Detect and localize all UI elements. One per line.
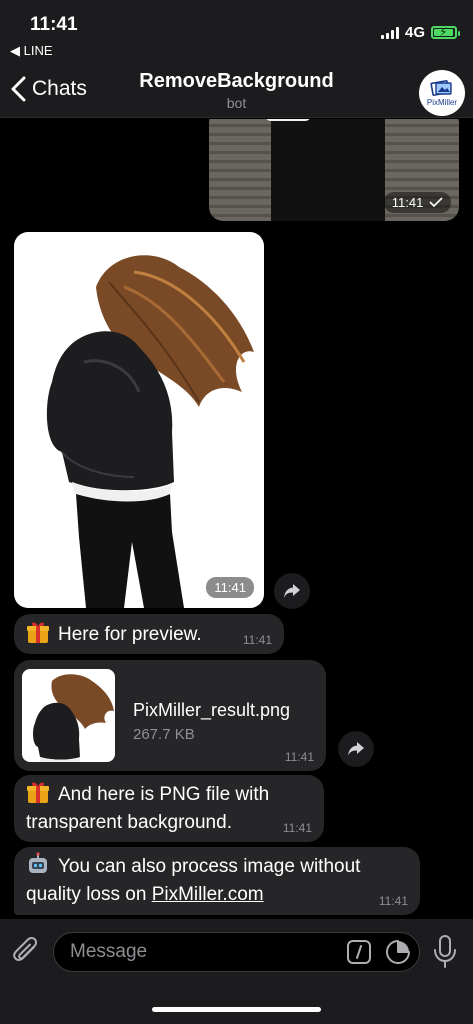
status-time: 11:41 [30,14,78,35]
sticker-icon[interactable] [385,939,411,965]
sent-photo-message[interactable]: 11:41 [209,119,459,221]
file-thumbnail-image [33,674,114,762]
back-to-app-link[interactable]: ◀ LINE [10,43,53,59]
chat-header: Chats RemoveBackground bot PixMiller [0,66,473,118]
preview-text: Here for preview. [58,624,202,645]
process-text-line1: You can also process image without [58,856,361,877]
process-text-line2: quality loss on [26,884,152,905]
share-icon [348,742,364,756]
png-time: 11:41 [282,821,312,835]
share-icon [284,584,300,598]
share-photo-button[interactable] [274,573,310,609]
command-icon[interactable] [347,940,371,964]
bot-avatar[interactable]: PixMiller [419,70,465,116]
process-time: 11:41 [378,894,408,908]
png-text-line1: And here is PNG file with [58,784,270,805]
file-name: PixMiller_result.png [133,700,291,720]
battery-icon: ⚡ [431,25,460,39]
network-label: 4G [404,24,425,41]
message-placeholder: Message [70,941,148,962]
attach-icon[interactable] [12,935,42,969]
png-text-line2: transparent background. [26,812,232,833]
file-thumbnail[interactable] [22,669,115,762]
chat-subtitle: bot [226,95,247,111]
png-info-message[interactable]: And here is PNG file with transparent ba… [14,775,324,842]
file-size: 267.7 KB [133,726,195,743]
mic-icon[interactable] [432,934,458,970]
avatar-label: PixMiller [426,98,458,107]
message-list[interactable]: 11:41 11:41 Here for preview. 11:41 PixM… [0,119,473,919]
preview-message[interactable]: Here for preview. 11:41 [14,614,284,654]
message-input[interactable]: Message [53,932,420,972]
message-composer: Message [0,919,473,1024]
checkmark-icon [429,197,443,208]
gift-icon [26,620,50,643]
person-cutout-image [46,255,254,608]
received-photo-message[interactable]: 11:41 [14,232,264,608]
chat-title[interactable]: RemoveBackground [0,70,473,93]
process-info-message[interactable]: You can also process image without quali… [14,847,420,915]
robot-icon [26,852,50,874]
file-message[interactable]: PixMiller_result.png 267.7 KB 11:41 [14,660,326,771]
home-indicator[interactable] [152,1007,321,1012]
file-time: 11:41 [284,750,314,764]
preview-time: 11:41 [242,633,272,647]
received-photo-time: 11:41 [206,577,254,598]
pixmiller-logo-icon [430,80,452,96]
signal-icon [380,26,399,39]
share-file-button[interactable] [338,731,374,767]
pixmiller-link[interactable]: PixMiller.com [152,884,264,905]
status-bar: 11:41 ◀ LINE 4G ⚡ [0,0,473,66]
status-indicators: 4G ⚡ [380,24,460,41]
sent-photo-time: 11:41 [383,192,451,213]
gift-icon [26,780,50,803]
